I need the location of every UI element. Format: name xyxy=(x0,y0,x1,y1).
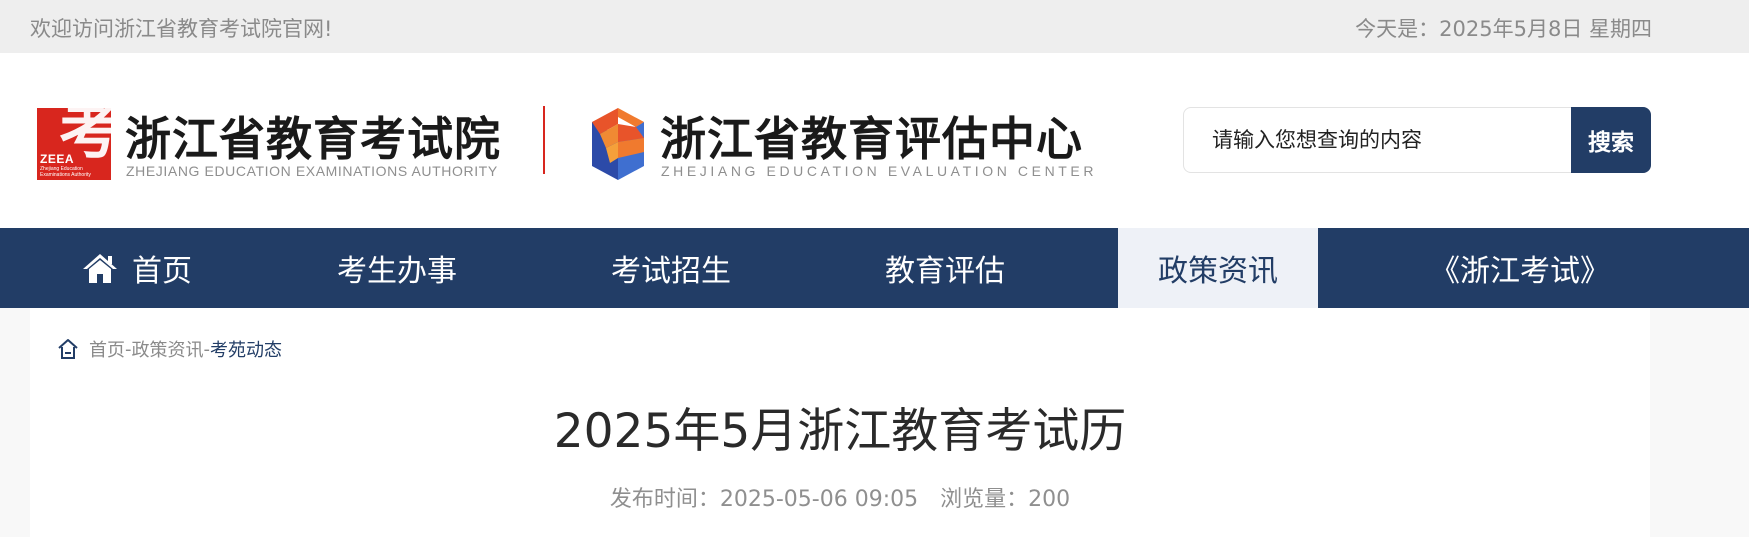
search-input[interactable] xyxy=(1190,114,1565,166)
breadcrumb-policy-news-link[interactable]: 政策资讯 xyxy=(132,336,204,362)
nav-item-candidate-services-label: 考生办事 xyxy=(337,254,457,289)
article-meta: 发布时间：2025-05-06 09:05 浏览量：200 xyxy=(0,481,1680,513)
zeec-name[interactable]: 浙江省教育评估中心 xyxy=(660,103,1083,169)
logo-divider xyxy=(543,106,545,174)
nav-item-exams-admissions-label: 考试招生 xyxy=(611,254,731,289)
zeea-logo-tiny-line2: Examinations Authority xyxy=(40,172,91,178)
home-outline-icon xyxy=(58,339,78,359)
nav-item-education-evaluation-label: 教育评估 xyxy=(885,254,1005,289)
nav-item-policy-news[interactable]: 政策资讯 xyxy=(1118,228,1318,308)
nav-item-education-evaluation[interactable]: 教育评估 xyxy=(808,228,1082,308)
view-count: 浏览量：200 xyxy=(940,487,1070,512)
top-bar: 欢迎访问浙江省教育考试院官网! 今天是：2025年5月8日 星期四 xyxy=(0,0,1749,53)
zeec-logo-icon[interactable] xyxy=(588,108,646,180)
zeec-english-name: ZHEJIANG EDUCATION EVALUATION CENTER xyxy=(661,163,1098,179)
publish-time-value: 2025-05-06 09:05 xyxy=(719,487,919,512)
nav-item-exams-admissions[interactable]: 考试招生 xyxy=(534,228,808,308)
publish-time: 发布时间：2025-05-06 09:05 xyxy=(610,487,918,512)
nav-item-home[interactable]: 首页 xyxy=(30,228,244,308)
today-date: 今天是：2025年5月8日 星期四 xyxy=(1355,17,1652,41)
nav-item-home-label: 首页 xyxy=(132,254,192,289)
site-header: 考 ZEEA Zhejiang Education Examinations A… xyxy=(0,53,1749,228)
welcome-text: 欢迎访问浙江省教育考试院官网! xyxy=(30,17,333,41)
home-icon xyxy=(83,254,117,283)
breadcrumb-current[interactable]: 考苑动态 xyxy=(210,336,282,362)
view-count-label: 浏览量： xyxy=(940,487,1029,512)
article-title: 2025年5月浙江教育考试历 xyxy=(553,404,1127,459)
zeea-logo-mark[interactable]: 考 ZEEA Zhejiang Education Examinations A… xyxy=(37,108,111,180)
nav-item-zhejiang-exam-magazine[interactable]: 《浙江考试》 xyxy=(1380,228,1660,308)
nav-item-candidate-services[interactable]: 考生办事 xyxy=(260,228,534,308)
zeea-logo-tiny-text: Zhejiang Education Examinations Authorit… xyxy=(40,166,91,178)
nav-item-zhejiang-exam-magazine-label: 《浙江考试》 xyxy=(1430,254,1610,289)
publish-time-label: 发布时间： xyxy=(609,487,720,512)
zeea-english-name: ZHEJIANG EDUCATION EXAMINATIONS AUTHORIT… xyxy=(126,163,498,179)
search-button[interactable]: 搜索 xyxy=(1571,107,1651,173)
breadcrumb: 首页 - 政策资讯 - 考苑动态 xyxy=(57,337,282,361)
zeea-name[interactable]: 浙江省教育考试院 xyxy=(125,103,501,169)
view-count-value: 200 xyxy=(1028,487,1071,512)
zeea-logo-abbr: ZEEA xyxy=(40,152,75,166)
main-nav: 首页 考生办事 考试招生 教育评估 政策资讯 《浙江考试》 xyxy=(0,228,1749,308)
nav-item-policy-news-label: 政策资讯 xyxy=(1158,254,1278,289)
breadcrumb-home-link[interactable]: 首页 xyxy=(89,336,125,362)
